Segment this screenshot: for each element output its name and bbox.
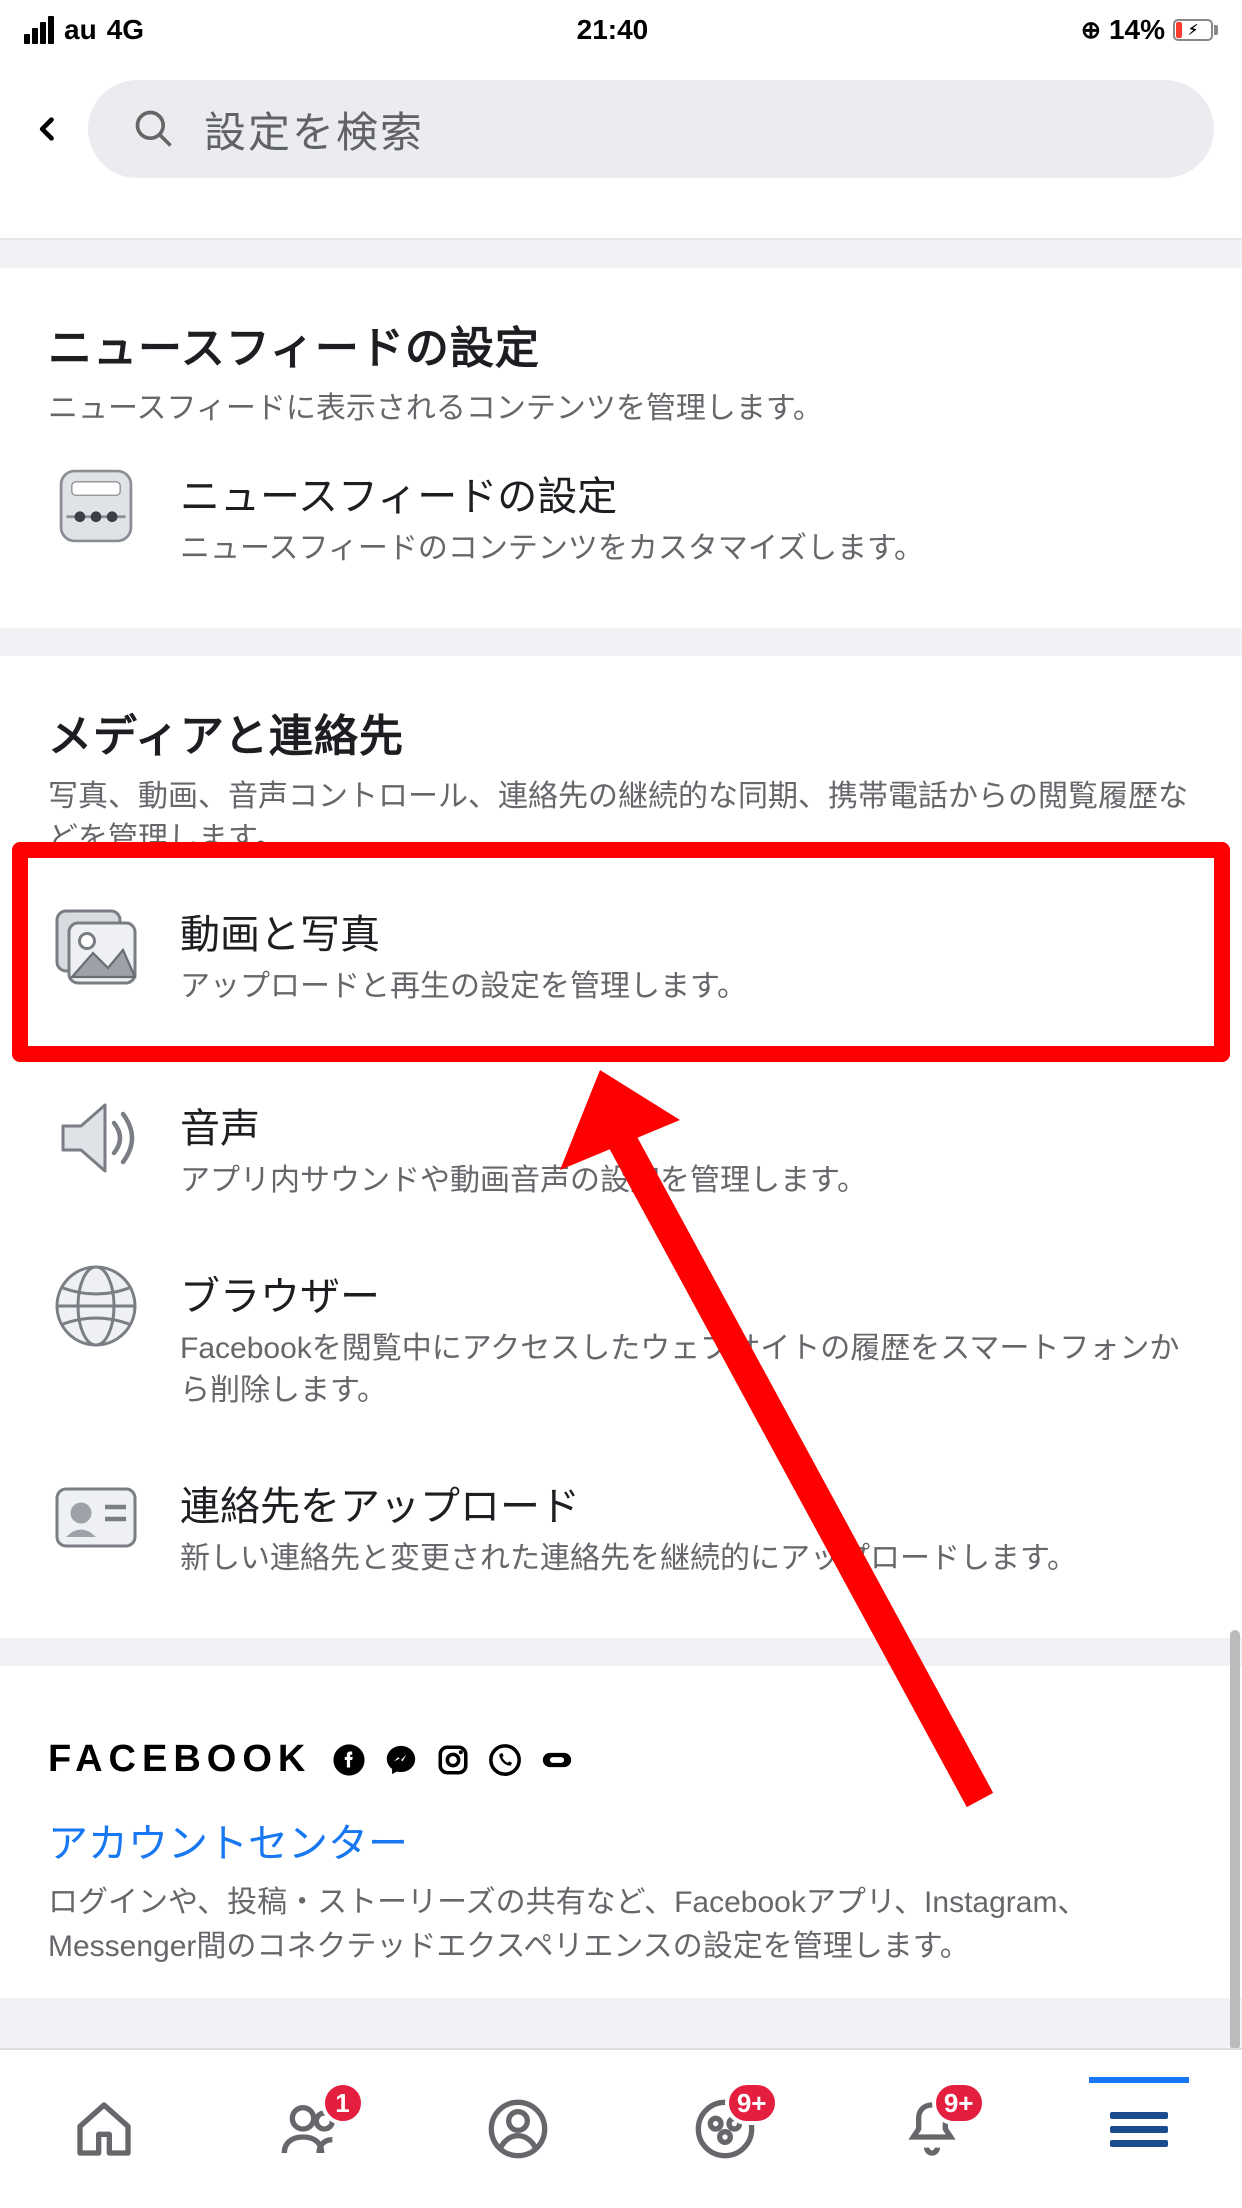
statusbar: au 4G 21:40 ⊕ 14% ⚡︎	[0, 0, 1242, 60]
section-newsfeed: ニュースフィードの設定 ニュースフィードに表示されるコンテンツを管理します。 ニ…	[0, 268, 1242, 628]
newsfeed-settings-icon	[48, 458, 144, 554]
search-input[interactable]: 設定を検索	[88, 80, 1214, 178]
scroll-indicator[interactable]	[1230, 1630, 1240, 2048]
section-facebook-account-center: FACEBOOK アカウントセンター ログインや、投稿・ストーリーズの共有など、…	[0, 1694, 1242, 1998]
carrier-label: au	[64, 14, 97, 46]
item-browser[interactable]: ブラウザー Facebookを閲覧中にアクセスしたウェブサイトの履歴をスマートフ…	[48, 1230, 1194, 1440]
item-sound[interactable]: 音声 アプリ内サウンドや動画音声の設定を管理します。	[48, 1062, 1194, 1230]
tab-groups[interactable]: 9+	[665, 2079, 785, 2179]
search-placeholder: 設定を検索	[204, 99, 424, 160]
tabbar: 1 9+ 9+	[0, 2048, 1242, 2208]
instagram-icon	[433, 1740, 473, 1780]
back-button[interactable]	[28, 109, 68, 149]
hamburger-icon	[1110, 2105, 1168, 2154]
section-desc: ニュースフィードに表示されるコンテンツを管理します。	[48, 388, 1194, 430]
item-title: 音声	[180, 1096, 1194, 1154]
badge: 9+	[932, 2081, 986, 2125]
facebook-wordmark: FACEBOOK	[48, 1738, 311, 1781]
item-newsfeed-settings[interactable]: ニュースフィードの設定 ニュースフィードのコンテンツをカスタマイズします。	[48, 430, 1194, 598]
item-title: 動画と写真	[180, 902, 1194, 960]
tab-notifications[interactable]: 9+	[872, 2079, 992, 2179]
account-center-link[interactable]: アカウントセンター	[48, 1811, 1194, 1869]
battery-pct: 14%	[1109, 14, 1165, 46]
tab-home[interactable]	[44, 2079, 164, 2179]
clock: 21:40	[577, 14, 649, 46]
section-media-contacts: メディアと連絡先 写真、動画、音声コントロール、連絡先の継続的な同期、携帯電話か…	[0, 656, 1242, 1638]
signal-icon	[24, 16, 54, 44]
previous-section-peek	[0, 202, 1242, 240]
annotation-highlight: 動画と写真 アップロードと再生の設定を管理します。	[12, 842, 1230, 1062]
messenger-icon	[381, 1740, 421, 1780]
section-title: ニュースフィードの設定	[48, 312, 1194, 376]
orientation-lock-icon: ⊕	[1081, 16, 1101, 45]
item-videos-photos[interactable]: 動画と写真 アップロードと再生の設定を管理します。	[48, 868, 1194, 1036]
sound-icon	[48, 1090, 144, 1186]
battery-icon: ⚡︎	[1173, 19, 1218, 41]
tab-menu[interactable]	[1079, 2079, 1199, 2179]
header: 設定を検索	[0, 60, 1242, 202]
oculus-icon	[537, 1740, 577, 1780]
section-title: メディアと連絡先	[48, 700, 1194, 764]
section-desc: 写真、動画、音声コントロール、連絡先の継続的な同期、携帯電話からの閲覧履歴などを…	[48, 776, 1194, 842]
badge: 9+	[725, 2081, 779, 2125]
item-upload-contacts[interactable]: 連絡先をアップロード 新しい連絡先と変更された連絡先を継続的にアップロードします…	[48, 1440, 1194, 1608]
contact-card-icon	[48, 1468, 144, 1564]
whatsapp-icon	[485, 1740, 525, 1780]
facebook-circle-icon	[329, 1740, 369, 1780]
item-sub: Facebookを閲覧中にアクセスしたウェブサイトの履歴をスマートフォンから削除…	[180, 1328, 1194, 1412]
tab-friends[interactable]: 1	[251, 2079, 371, 2179]
item-sub: アプリ内サウンドや動画音声の設定を管理します。	[180, 1160, 1194, 1202]
item-sub: アップロードと再生の設定を管理します。	[180, 966, 1194, 1008]
globe-icon	[48, 1258, 144, 1354]
network-label: 4G	[107, 14, 144, 46]
badge: 1	[321, 2081, 365, 2125]
item-title: ニュースフィードの設定	[180, 464, 1194, 522]
search-icon	[132, 107, 176, 151]
tab-profile[interactable]	[458, 2079, 578, 2179]
photo-icon	[48, 896, 144, 992]
item-sub: 新しい連絡先と変更された連絡先を継続的にアップロードします。	[180, 1538, 1194, 1580]
account-center-desc: ログインや、投稿・ストーリーズの共有など、Facebookアプリ、Instagr…	[48, 1881, 1194, 1968]
item-sub: ニュースフィードのコンテンツをカスタマイズします。	[180, 528, 1194, 570]
item-title: ブラウザー	[180, 1264, 1194, 1322]
item-title: 連絡先をアップロード	[180, 1474, 1194, 1532]
